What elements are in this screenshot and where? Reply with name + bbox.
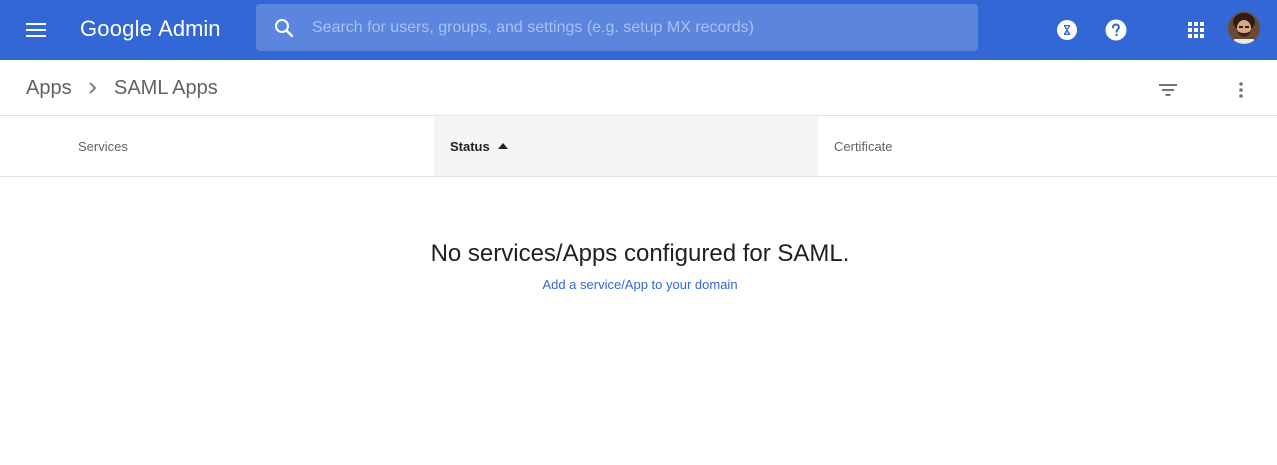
menu-icon (26, 23, 46, 37)
apps-launcher-button[interactable] (1180, 14, 1212, 46)
empty-state-title: No services/Apps configured for SAML. (430, 240, 850, 267)
table-header: Services Status Certificate (0, 116, 1277, 177)
breadcrumb-apps[interactable]: Apps (26, 76, 72, 100)
top-app-bar: Google Admin (0, 0, 1277, 60)
hourglass-button[interactable] (1051, 14, 1083, 46)
column-header-certificate[interactable]: Certificate (818, 116, 1277, 176)
column-header-status[interactable]: Status (434, 116, 818, 176)
search-icon (275, 18, 294, 37)
filter-icon (1159, 84, 1177, 96)
help-button[interactable] (1100, 14, 1132, 46)
search-bar (256, 4, 978, 51)
more-options-button[interactable] (1227, 76, 1255, 104)
search-input[interactable] (312, 4, 978, 51)
google-admin-logo[interactable]: Google Admin (80, 14, 221, 44)
breadcrumb-current: SAML Apps (114, 77, 218, 99)
brand-google: Google (80, 16, 153, 41)
column-header-services[interactable]: Services (0, 116, 434, 176)
apps-grid-icon (1188, 22, 1204, 38)
chevron-right-icon (89, 82, 97, 94)
menu-button[interactable] (20, 16, 52, 44)
more-vert-icon (1239, 82, 1243, 98)
sort-ascending-icon (497, 143, 508, 149)
hourglass-icon (1057, 20, 1077, 40)
empty-state-action: Add a service/App to your domain (0, 276, 1277, 294)
search-button[interactable] (256, 4, 312, 51)
page-header: Apps SAML Apps (0, 60, 1277, 116)
filter-button[interactable] (1154, 76, 1182, 104)
help-icon (1105, 19, 1127, 41)
column-header-label: Certificate (834, 138, 893, 154)
avatar-image (1228, 12, 1260, 44)
column-header-label: Services (78, 138, 128, 154)
avatar[interactable] (1228, 12, 1260, 44)
add-service-link[interactable]: Add a service/App to your domain (542, 277, 737, 292)
column-header-label: Status (450, 138, 490, 154)
brand-admin: Admin (158, 16, 221, 41)
